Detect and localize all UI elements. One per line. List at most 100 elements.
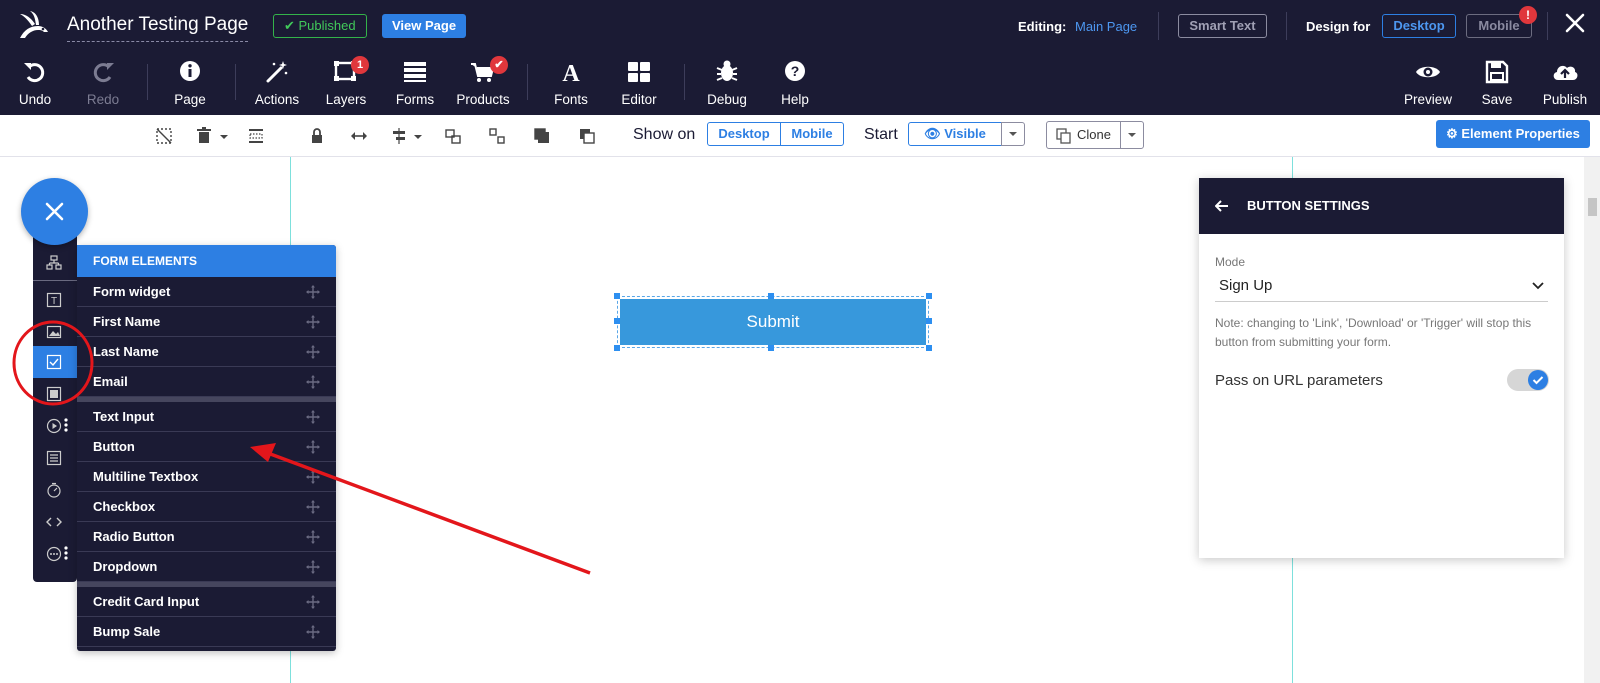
view-page-button[interactable]: View Page — [382, 14, 467, 38]
redo-button[interactable]: Redo — [68, 58, 138, 107]
trash-icon[interactable] — [195, 127, 213, 145]
design-desktop-button[interactable]: Desktop — [1382, 14, 1456, 38]
editor-button[interactable]: Editor — [604, 58, 674, 107]
sitemap-icon[interactable] — [46, 255, 62, 271]
resize-handle[interactable] — [926, 293, 932, 299]
undo-button[interactable]: Undo — [0, 58, 70, 107]
text-icon[interactable]: T — [46, 292, 62, 308]
scrollbar-track[interactable] — [1584, 157, 1600, 683]
deselect-icon[interactable] — [155, 127, 173, 145]
button-settings-panel: BUTTON SETTINGS Mode Sign Up Note: chang… — [1199, 178, 1564, 558]
drag-move-icon[interactable] — [306, 530, 320, 544]
form-element-item[interactable]: Email — [77, 367, 336, 397]
help-button[interactable]: ? Help — [760, 58, 830, 107]
smart-text-button[interactable]: Smart Text — [1178, 14, 1267, 38]
debug-button[interactable]: Debug — [692, 58, 762, 107]
fonts-button[interactable]: A Fonts — [536, 58, 606, 107]
drag-move-icon[interactable] — [306, 345, 320, 359]
clone-button[interactable]: Clone — [1046, 121, 1121, 149]
resize-handle[interactable] — [768, 293, 774, 299]
timer-icon[interactable] — [46, 482, 62, 498]
form-element-item[interactable]: Bump Sale — [77, 617, 336, 647]
full-width-icon[interactable] — [350, 127, 368, 145]
selected-submit-button-frame[interactable]: Submit — [614, 293, 932, 351]
rabbit-logo-icon[interactable] — [16, 8, 52, 44]
page-button[interactable]: Page — [155, 58, 225, 107]
image-icon[interactable] — [46, 324, 62, 340]
drag-move-icon[interactable] — [306, 315, 320, 329]
resize-handle[interactable] — [614, 318, 620, 324]
form-element-item[interactable]: Form widget — [77, 277, 336, 307]
more-vertical-icon[interactable] — [64, 546, 68, 560]
spacing-icon[interactable] — [247, 127, 265, 145]
form-element-item[interactable]: Dropdown — [77, 552, 336, 582]
more-circle-icon[interactable] — [46, 546, 62, 562]
form-element-label: Last Name — [93, 344, 159, 359]
products-button[interactable]: ✔ Products — [448, 56, 518, 107]
drag-move-icon[interactable] — [306, 595, 320, 609]
start-visible-select[interactable]: 👁 Visible — [908, 122, 1002, 146]
list-box-icon[interactable] — [46, 450, 62, 466]
resize-handle[interactable] — [614, 345, 620, 351]
form-element-item[interactable]: First Name — [77, 307, 336, 337]
scrollbar-thumb[interactable] — [1588, 198, 1597, 216]
chevron-down-icon[interactable] — [409, 127, 427, 145]
group-icon[interactable] — [444, 127, 462, 145]
form-element-item[interactable]: Text Input — [77, 402, 336, 432]
form-element-item[interactable]: Button — [77, 432, 336, 462]
form-element-label: Button — [93, 439, 135, 454]
show-on-desktop-toggle[interactable]: Desktop — [707, 122, 781, 146]
close-panel-fab[interactable] — [21, 178, 88, 245]
preview-button[interactable]: Preview — [1393, 58, 1463, 107]
code-icon[interactable] — [46, 514, 62, 530]
resize-handle[interactable] — [926, 345, 932, 351]
chevron-down-icon[interactable] — [215, 127, 233, 145]
more-vertical-icon[interactable] — [64, 418, 68, 432]
drag-move-icon[interactable] — [306, 470, 320, 484]
drag-move-icon[interactable] — [306, 625, 320, 639]
bug-icon — [716, 60, 738, 81]
pass-url-toggle[interactable] — [1507, 369, 1549, 391]
drag-move-icon[interactable] — [306, 500, 320, 514]
form-element-label: Email — [93, 374, 128, 389]
section-icon[interactable] — [46, 386, 62, 402]
lock-icon[interactable] — [308, 127, 326, 145]
save-button[interactable]: Save — [1462, 58, 1532, 107]
clone-dropdown-toggle[interactable] — [1120, 121, 1144, 149]
actions-button[interactable]: Actions — [242, 58, 312, 107]
resize-handle[interactable] — [768, 345, 774, 351]
drag-move-icon[interactable] — [306, 410, 320, 424]
form-element-item[interactable]: Last Name — [77, 337, 336, 367]
mode-select[interactable]: Sign Up — [1215, 270, 1548, 302]
arrow-left-icon[interactable] — [1215, 199, 1229, 213]
page-title[interactable]: Another Testing Page — [67, 14, 249, 42]
form-element-item[interactable]: Multiline Textbox — [77, 462, 336, 492]
publish-button[interactable]: Publish — [1530, 58, 1600, 107]
element-properties-button[interactable]: ⚙ Element Properties — [1436, 120, 1590, 148]
checkbox-icon[interactable] — [46, 354, 62, 370]
close-icon[interactable] — [1562, 10, 1588, 36]
send-backward-icon[interactable] — [578, 127, 596, 145]
actions-label: Actions — [254, 92, 300, 107]
resize-handle[interactable] — [926, 318, 932, 324]
ungroup-icon[interactable] — [488, 127, 506, 145]
form-element-item[interactable]: Credit Card Input — [77, 587, 336, 617]
bring-forward-icon[interactable] — [533, 127, 551, 145]
form-element-item[interactable]: Checkbox — [77, 492, 336, 522]
magic-wand-icon — [266, 61, 288, 83]
form-element-item[interactable]: Radio Button — [77, 522, 336, 552]
resize-handle[interactable] — [614, 293, 620, 299]
align-icon[interactable] — [390, 127, 408, 145]
drag-move-icon[interactable] — [306, 375, 320, 389]
drag-move-icon[interactable] — [306, 285, 320, 299]
editing-page-link[interactable]: Main Page — [1075, 19, 1137, 34]
drag-move-icon[interactable] — [306, 560, 320, 574]
video-play-icon[interactable] — [46, 418, 62, 434]
drag-move-icon[interactable] — [306, 440, 320, 454]
chevron-down-icon — [1532, 282, 1544, 290]
show-on-mobile-toggle[interactable]: Mobile — [780, 122, 844, 146]
submit-button[interactable]: Submit — [620, 299, 926, 345]
start-dropdown-toggle[interactable] — [1001, 122, 1025, 146]
layers-button[interactable]: 1 Layers — [311, 56, 381, 107]
forms-button[interactable]: Forms — [380, 58, 450, 107]
